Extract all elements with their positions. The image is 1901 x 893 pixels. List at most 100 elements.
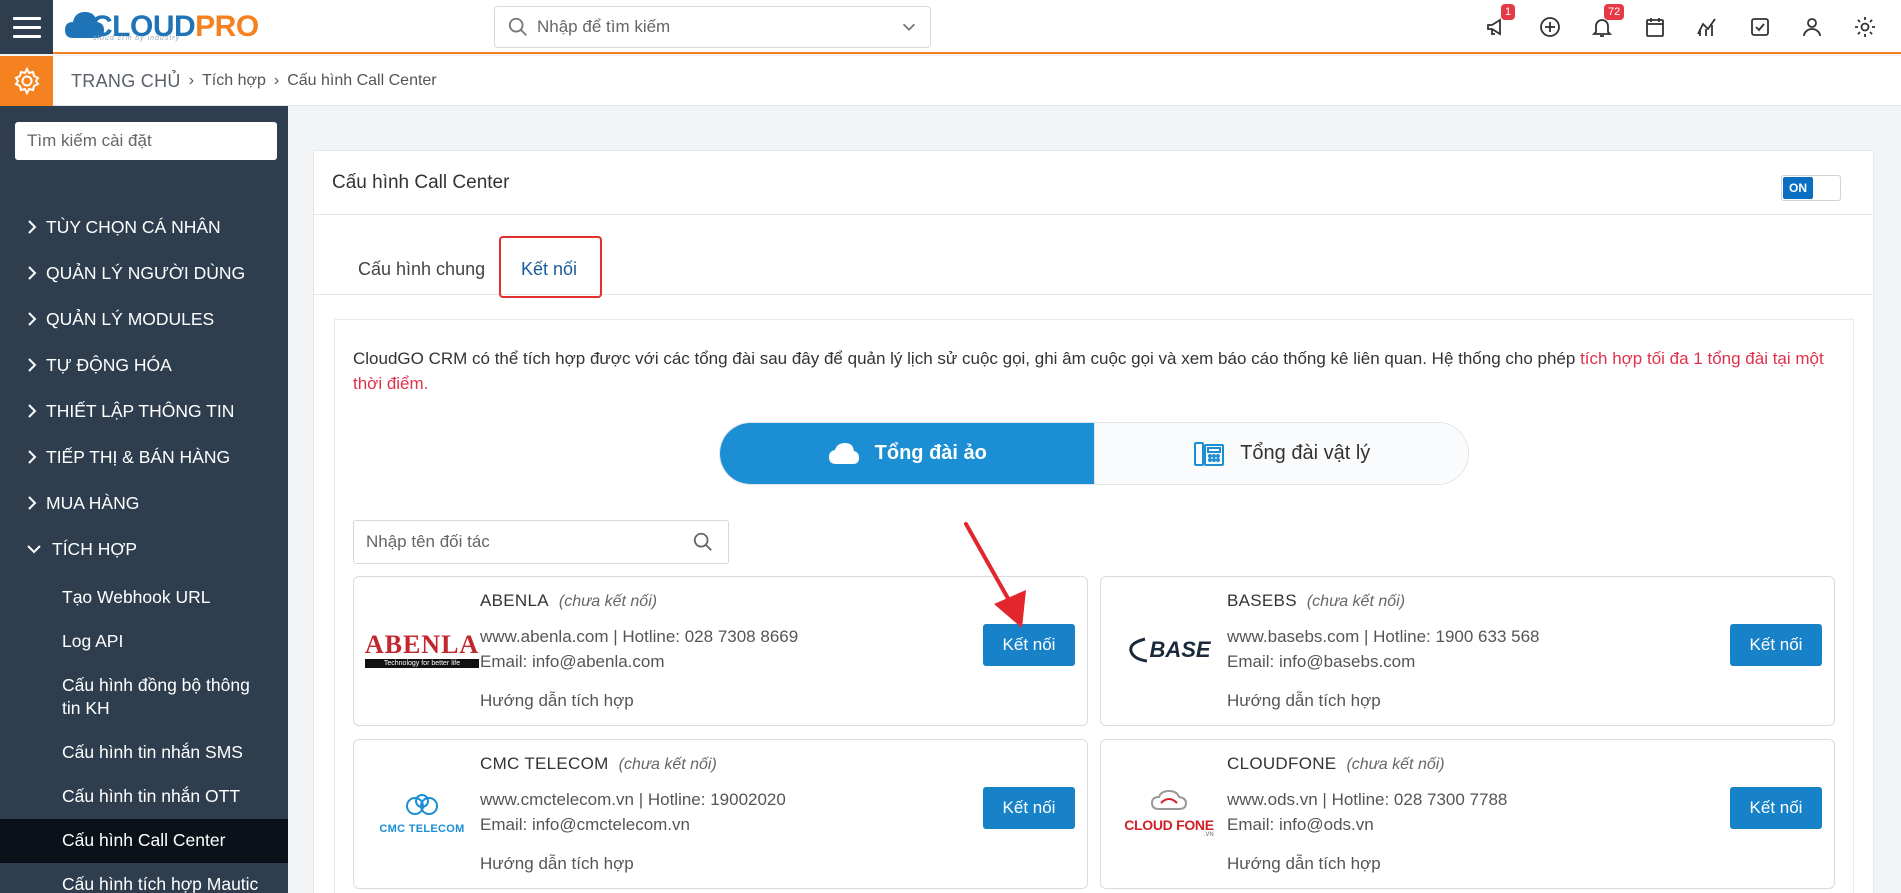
- global-search-placeholder: Nhập để tìm kiếm: [537, 17, 671, 36]
- partner-contact: www.abenla.com | Hotline: 028 7308 8669: [480, 627, 799, 646]
- connection-panel: CloudGO CRM có thể tích hợp được với các…: [334, 319, 1854, 893]
- call-center-toggle[interactable]: ON: [1781, 175, 1841, 201]
- partner-email: Email: info@basebs.com: [1227, 652, 1416, 671]
- breadcrumb-bar: TRANG CHỦ › Tích hợp › Cấu hình Call Cen…: [0, 56, 1901, 106]
- cloudfone-cloud-icon: [1150, 789, 1188, 810]
- partner-card: CMC TELECOM CMC TELECOM (chưa kết nối) ww…: [353, 739, 1088, 889]
- tab-highlight-box: [499, 236, 602, 298]
- switchboard-type-toggle: Tổng đài ảo Tổng đài vật lý: [719, 422, 1469, 485]
- partner-name-text: CMC TELECOM: [480, 754, 609, 773]
- cmc-logo-text: CMC TELECOM: [379, 822, 465, 835]
- integration-guide-link[interactable]: Hướng dẫn tích hợp: [480, 854, 634, 874]
- sidebar-subitem-webhook[interactable]: Tạo Webhook URL: [0, 576, 288, 620]
- chevron-right-icon: [28, 358, 37, 372]
- partner-card: BASE BASEBS (chưa kết nối) www.basebs.com…: [1100, 576, 1835, 726]
- sidebar-subitem-sms[interactable]: Cấu hình tin nhắn SMS: [0, 731, 288, 775]
- sidebar-item-purchasing[interactable]: MUA HÀNG: [0, 480, 288, 526]
- app-logo[interactable]: CLOUDPRO cloud crm by industry: [63, 4, 259, 50]
- intro-text: CloudGO CRM có thể tích hợp được với các…: [353, 346, 1833, 396]
- pbx-phone-icon: [1194, 441, 1225, 466]
- logo-tagline: cloud crm by industry: [93, 35, 181, 42]
- partner-status: (chưa kết nối): [618, 756, 717, 773]
- sidebar-item-modules[interactable]: QUẢN LÝ MODULES: [0, 296, 288, 342]
- sidebar-item-integration[interactable]: TÍCH HỢP: [0, 526, 288, 572]
- cmc-telecom-logo: CMC TELECOM: [372, 778, 472, 848]
- chart-icon[interactable]: [1681, 10, 1734, 44]
- sidebar-item-personal-options[interactable]: TÙY CHỌN CÁ NHÂN: [0, 204, 288, 250]
- cloudfone-logo: CLOUD FONE .VN: [1119, 778, 1219, 848]
- sidebar-item-user-management[interactable]: QUẢN LÝ NGƯỜI DÙNG: [0, 250, 288, 296]
- breadcrumb: TRANG CHỦ › Tích hợp › Cấu hình Call Cen…: [71, 56, 437, 106]
- settings-search-placeholder: Tìm kiếm cài đặt: [27, 131, 152, 150]
- intro-description: CloudGO CRM có thể tích hợp được với các…: [353, 349, 1581, 368]
- settings-sidebar: Tìm kiếm cài đặt TÙY CHỌN CÁ NHÂN QUẢN L…: [0, 106, 288, 893]
- plus-circle-icon[interactable]: [1524, 10, 1577, 44]
- partner-email: Email: info@cmctelecom.vn: [480, 815, 690, 834]
- breadcrumb-separator-icon: ›: [273, 72, 280, 89]
- sidebar-subitem-ott[interactable]: Cấu hình tin nhắn OTT: [0, 775, 288, 819]
- chevron-down-icon[interactable]: [900, 18, 918, 36]
- connect-button[interactable]: Kết nối: [983, 624, 1075, 666]
- search-icon[interactable]: [692, 531, 714, 553]
- top-icon-bar: 1 72: [1471, 4, 1892, 44]
- partner-name: ABENLA (chưa kết nối): [480, 591, 657, 611]
- sidebar-subitem-call-center[interactable]: Cấu hình Call Center: [0, 819, 288, 863]
- partner-search-input[interactable]: Nhập tên đối tác: [353, 520, 729, 564]
- connect-button[interactable]: Kết nối: [1730, 624, 1822, 666]
- sidebar-subitem-mautic[interactable]: Cấu hình tích hợp Mautic: [0, 863, 288, 893]
- sidebar-subitem-log-api[interactable]: Log API: [0, 620, 288, 664]
- integration-guide-link[interactable]: Hướng dẫn tích hợp: [1227, 691, 1381, 711]
- call-center-config-card: Cấu hình Call Center ON Cấu hình chung K…: [313, 150, 1874, 893]
- hamburger-menu-icon[interactable]: [0, 0, 53, 54]
- connect-button[interactable]: Kết nối: [1730, 787, 1822, 829]
- toggle-on-label: ON: [1783, 177, 1813, 199]
- logo-text-accent: PRO: [195, 10, 259, 43]
- sidebar-item-label: TÍCH HỢP: [52, 538, 138, 559]
- sidebar-item-info-setup[interactable]: THIẾT LẬP THÔNG TIN: [0, 388, 288, 434]
- sidebar-item-label: TỰ ĐỘNG HÓA: [46, 354, 172, 375]
- sidebar-item-label: THIẾT LẬP THÔNG TIN: [46, 400, 235, 421]
- megaphone-badge: 1: [1501, 4, 1516, 20]
- partner-contact: www.cmctelecom.vn | Hotline: 19002020: [480, 790, 786, 809]
- bell-icon[interactable]: 72: [1576, 4, 1629, 44]
- integration-guide-link[interactable]: Hướng dẫn tích hợp: [480, 691, 634, 711]
- sidebar-item-label: MUA HÀNG: [46, 492, 140, 513]
- sidebar-item-label: TIẾP THỊ & BÁN HÀNG: [46, 446, 231, 467]
- physical-switchboard-button[interactable]: Tổng đài vật lý: [1093, 423, 1468, 484]
- settings-section-icon: [0, 56, 53, 106]
- abenla-logo-tagline: Technology for better life: [364, 659, 480, 668]
- partner-status: (chưa kết nối): [558, 593, 658, 610]
- partner-name-text: CLOUDFONE: [1227, 754, 1337, 773]
- settings-gear-icon[interactable]: [1839, 10, 1892, 44]
- sidebar-item-marketing-sales[interactable]: TIẾP THỊ & BÁN HÀNG: [0, 434, 288, 480]
- settings-menu: TÙY CHỌN CÁ NHÂN QUẢN LÝ NGƯỜI DÙNG QUẢN…: [0, 204, 288, 893]
- partner-contact: www.basebs.com | Hotline: 1900 633 568: [1227, 627, 1540, 646]
- integration-submenu: Tạo Webhook URL Log API Cấu hình đồng bộ…: [0, 572, 288, 893]
- config-tabs: Cấu hình chung Kết nối: [314, 215, 1873, 298]
- sidebar-subitem-customer-sync[interactable]: Cấu hình đồng bộ thông tin KH: [0, 664, 288, 731]
- chevron-right-icon: [28, 404, 37, 418]
- virtual-switchboard-button[interactable]: Tổng đài ảo: [720, 423, 1094, 484]
- partner-status: (chưa kết nối): [1306, 593, 1406, 610]
- breadcrumb-integration[interactable]: Tích hợp: [202, 72, 266, 90]
- cloud-icon: [828, 442, 859, 464]
- cmc-rings-icon: [406, 793, 438, 815]
- task-check-icon[interactable]: [1734, 10, 1787, 44]
- integration-guide-link[interactable]: Hướng dẫn tích hợp: [1227, 854, 1381, 874]
- partner-card: CLOUD FONE .VN CLOUDFONE (chưa kết nối) w…: [1100, 739, 1835, 889]
- connect-button[interactable]: Kết nối: [983, 787, 1075, 829]
- megaphone-icon[interactable]: 1: [1471, 4, 1524, 44]
- partner-contact: www.ods.vn | Hotline: 028 7300 7788: [1227, 790, 1508, 809]
- sidebar-item-automation[interactable]: TỰ ĐỘNG HÓA: [0, 342, 288, 388]
- breadcrumb-home[interactable]: TRANG CHỦ: [71, 71, 181, 92]
- partner-email: Email: info@ods.vn: [1227, 815, 1374, 834]
- top-navbar: CLOUDPRO cloud crm by industry Nhập để t…: [0, 0, 1901, 54]
- breadcrumb-current: Cấu hình Call Center: [287, 72, 437, 89]
- chevron-down-icon: [27, 545, 41, 554]
- physical-switchboard-label: Tổng đài vật lý: [1240, 442, 1371, 464]
- settings-search-input[interactable]: Tìm kiếm cài đặt: [15, 122, 277, 160]
- calendar-icon[interactable]: [1629, 10, 1682, 44]
- user-icon[interactable]: [1786, 10, 1839, 44]
- global-search-input[interactable]: Nhập để tìm kiếm: [494, 6, 931, 48]
- tab-general-config[interactable]: Cấu hình chung: [358, 259, 485, 280]
